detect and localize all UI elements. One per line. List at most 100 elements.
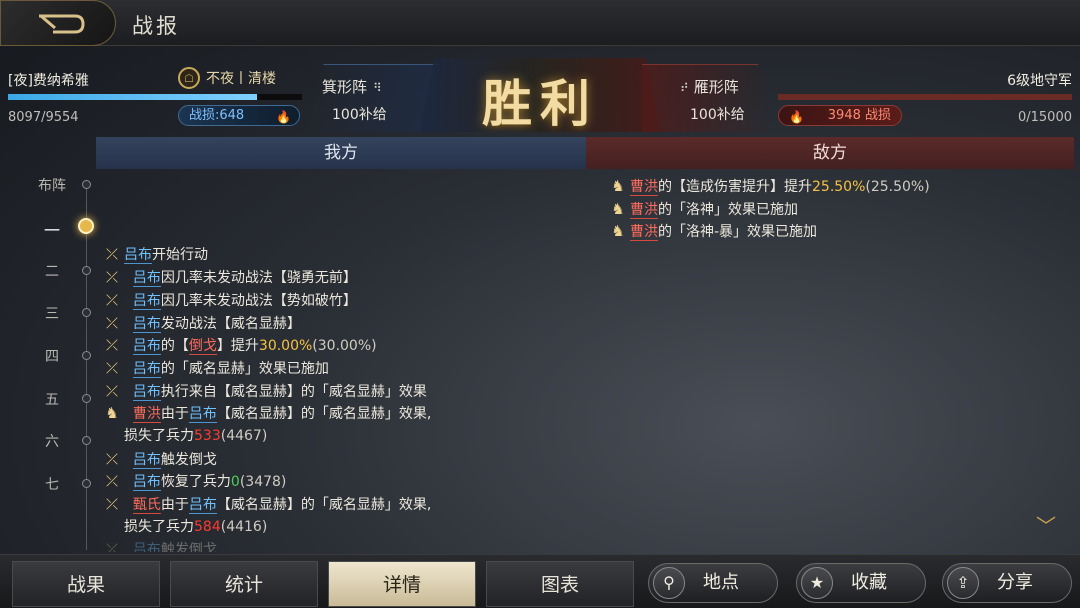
enemy-troop-bar [778, 94, 1072, 100]
log-text: 触发倒戈 [160, 542, 217, 552]
timeline-item-round-6[interactable]: 六 [20, 431, 91, 451]
timeline-item-round-2[interactable]: 二 [20, 261, 91, 281]
location-button[interactable]: ⚲ 地点 [648, 563, 778, 603]
timeline-label: 二 [45, 264, 59, 280]
log-value: 30.00% [258, 338, 313, 354]
log-line: ⤫ 吕布发动战法【威名显赫】 [102, 312, 301, 335]
log-line: ⤫ 吕布的【倒戈】提升30.00%(30.00%) [102, 334, 377, 357]
log-text: 的「洛神-暴」效果已施加 [658, 224, 818, 240]
log-total: (30.00%) [312, 338, 377, 354]
log-line: ⤫ 吕布开始行动 [102, 243, 208, 266]
general-name[interactable]: 吕布 [124, 247, 152, 264]
log-total: (4467) [220, 428, 268, 444]
back-button[interactable] [0, 0, 116, 46]
log-text: 的「洛神」效果已施加 [658, 202, 798, 218]
bow-icon: ⤫ [105, 450, 118, 468]
general-name[interactable]: 曹洪 [630, 202, 658, 219]
general-name[interactable]: 曹洪 [132, 406, 161, 423]
general-name[interactable]: 吕布 [132, 542, 161, 552]
timeline-item-round-5[interactable]: 五 [20, 389, 91, 409]
timeline-dot-active [78, 218, 94, 234]
share-button[interactable]: ⇪ 分享 [942, 563, 1072, 603]
log-line: ♞ 曹洪的【造成伤害提升】提升25.50%(25.50%) [608, 175, 930, 198]
battle-result: 胜利 [482, 74, 598, 133]
favorite-button[interactable]: ★ 收藏 [796, 563, 926, 603]
general-name[interactable]: 曹洪 [630, 224, 658, 241]
top-bar: 战报 [0, 0, 1080, 46]
log-line: 损失了兵力584(4416) [124, 516, 267, 538]
enemy-troops: 0/15000 [1017, 110, 1072, 125]
timeline-item-round-3[interactable]: 三 [20, 303, 91, 323]
general-name[interactable]: 吕布 [188, 406, 217, 423]
general-name[interactable]: 吕布 [188, 497, 217, 514]
general-name[interactable]: 曹洪 [630, 179, 658, 196]
timeline-dot [82, 308, 91, 317]
log-line: ♞ 曹洪的「洛神」效果已施加 [608, 198, 798, 221]
log-line: ⤫ 吕布触发倒戈 [102, 448, 217, 471]
timeline-label: 一 [43, 221, 60, 240]
log-text: 】提升 [216, 338, 259, 354]
scroll-down-chevron-icon[interactable]: ﹀ [1036, 510, 1056, 539]
general-name[interactable]: 吕布 [132, 293, 161, 310]
log-text: 因几率未发动战法【势如破竹】 [160, 293, 357, 309]
bow-icon: ⤫ [105, 336, 118, 354]
timeline-dot [82, 394, 91, 403]
my-supply: 100补给 [332, 107, 387, 123]
general-name[interactable]: 吕布 [132, 361, 161, 378]
log-value: 584 [194, 519, 221, 535]
timeline-item-round-1[interactable]: 一 [20, 217, 94, 240]
enemy-loss-label: 3948 战损 [827, 108, 891, 123]
log-line: ⤫ 甄氏由于吕布【威名显赫】的「威名显赫」效果, [102, 493, 431, 516]
log-line: ⤫ 吕布的「威名显赫」效果已施加 [102, 357, 329, 380]
tab-statistics[interactable]: 统计 [170, 561, 318, 607]
status-name[interactable]: 倒戈 [188, 338, 217, 355]
general-name[interactable]: 甄氏 [132, 497, 161, 514]
cavalry-icon: ♞ [611, 177, 625, 195]
bow-icon: ⤫ [105, 245, 118, 263]
tab-results[interactable]: 战果 [12, 561, 160, 607]
log-text: 恢复了兵力 [160, 474, 231, 490]
log-text: 的「威名显赫」效果已施加 [160, 361, 329, 377]
tab-details[interactable]: 详情 [328, 561, 476, 607]
enemy-side-header: 敌方 [586, 137, 1074, 169]
back-arrow-icon [39, 14, 85, 34]
bow-icon: ⤫ [105, 314, 118, 332]
log-total: (4416) [220, 519, 268, 535]
timeline-item-setup[interactable]: 布阵 [20, 175, 91, 195]
my-formation-name: 箕形阵 [322, 78, 368, 96]
log-line: ♞ 曹洪由于吕布【威名显赫】的「威名显赫」效果, [102, 402, 431, 425]
timeline-dot [82, 351, 91, 360]
bottom-bar: 战果 统计 详情 图表 ⚲ 地点 ★ 收藏 ⇪ 分享 [0, 554, 1080, 608]
bow-icon: ⤫ [105, 382, 118, 400]
timeline-item-round-7[interactable]: 七 [20, 474, 91, 494]
general-name[interactable]: 吕布 [132, 452, 161, 469]
my-loss-badge: 战损:648 🔥 [178, 105, 300, 126]
general-name[interactable]: 吕布 [132, 338, 161, 355]
tab-chart[interactable]: 图表 [486, 561, 634, 607]
log-line: ⤫ 吕布恢复了兵力0(3478) [102, 470, 286, 493]
victory-banner: 胜利 [420, 58, 660, 132]
flame-icon: 🔥 [789, 110, 804, 124]
cavalry-icon: ♞ [105, 404, 119, 422]
log-text: 【威名显赫】的「威名显赫」效果, [216, 406, 432, 422]
log-text: 的【 [160, 338, 189, 354]
general-name[interactable]: 吕布 [132, 474, 161, 491]
general-name[interactable]: 吕布 [132, 384, 161, 401]
enemy-name: 6级地守军 [1007, 73, 1072, 89]
timeline-label: 五 [45, 392, 59, 408]
general-name[interactable]: 吕布 [132, 270, 161, 287]
log-text: 损失了兵力 [124, 519, 194, 535]
battle-header: [夜]费纳希雅 ☖ 不夜丨清楼 8097/9554 战损:648 🔥 箕形阵 ⠻ … [0, 58, 1080, 132]
timeline-line [86, 184, 87, 550]
my-troop-bar [8, 94, 302, 100]
favorite-label: 收藏 [851, 572, 887, 593]
log-text: 触发倒戈 [160, 452, 217, 468]
formation-dots-icon: ⠞ [680, 81, 689, 95]
my-loss-label: 战损:648 [189, 108, 245, 123]
enemy-loss-badge: 🔥 3948 战损 [778, 105, 902, 126]
cavalry-icon: ♞ [611, 200, 625, 218]
timeline-dot [82, 436, 91, 445]
my-formation: 箕形阵 ⠻ [322, 76, 382, 97]
timeline-item-round-4[interactable]: 四 [20, 346, 91, 366]
general-name[interactable]: 吕布 [132, 316, 161, 333]
